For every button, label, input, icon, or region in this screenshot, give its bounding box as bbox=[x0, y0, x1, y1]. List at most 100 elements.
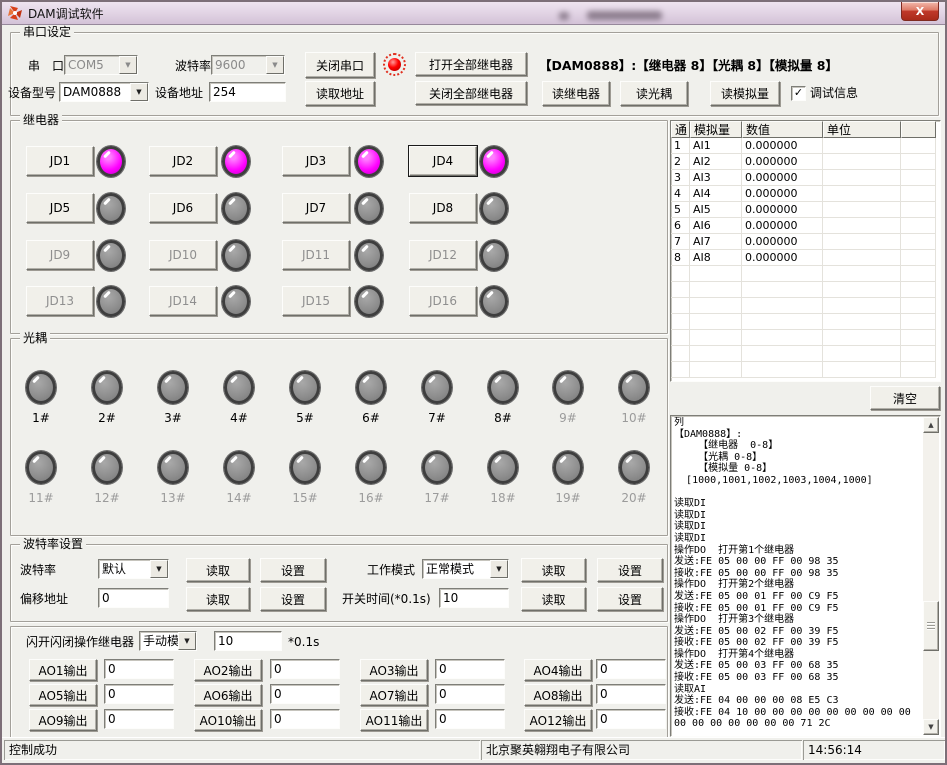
offset-set-button[interactable]: 设置 bbox=[260, 587, 326, 611]
column-header-数值[interactable]: 数值 bbox=[742, 121, 823, 138]
ao-input-AO12输出[interactable]: 0 bbox=[596, 709, 666, 729]
relay-led-JD12 bbox=[480, 240, 508, 271]
relay-led-JD7 bbox=[355, 193, 383, 224]
ao-button-AO11输出[interactable]: AO11输出 bbox=[360, 709, 428, 731]
column-header-单位[interactable]: 单位 bbox=[823, 121, 901, 138]
title-bar[interactable]: DAM调试软件 X bbox=[2, 2, 945, 25]
ao-button-AO7输出[interactable]: AO7输出 bbox=[360, 684, 428, 706]
clear-log-button[interactable]: 清空 bbox=[870, 386, 940, 410]
scrollbar-thumb[interactable] bbox=[923, 601, 939, 651]
ao-input-AO2输出[interactable]: 0 bbox=[270, 659, 340, 679]
ao-button-AO4输出[interactable]: AO4输出 bbox=[524, 659, 592, 681]
ao-input-AO6输出[interactable]: 0 bbox=[270, 684, 340, 704]
relay-button-JD8[interactable]: JD8 bbox=[409, 193, 477, 223]
relay-button-JD1[interactable]: JD1 bbox=[26, 146, 94, 176]
switch-time-input[interactable]: 10 bbox=[439, 588, 509, 608]
column-header-extra[interactable] bbox=[901, 121, 936, 138]
table-row[interactable]: 3AI30.000000 bbox=[671, 170, 940, 186]
baud-select[interactable]: 9600 ▼ bbox=[211, 55, 285, 75]
read-opto-button[interactable]: 读光耦 bbox=[620, 81, 688, 106]
flash-mode-select[interactable]: 手动模式 ▼ bbox=[139, 631, 197, 651]
scroll-up-icon[interactable]: ▲ bbox=[923, 417, 939, 433]
ao-button-AO2输出[interactable]: AO2输出 bbox=[194, 659, 262, 681]
ao-input-AO1输出[interactable]: 0 bbox=[104, 659, 174, 679]
relay-button-JD9[interactable]: JD9 bbox=[26, 240, 94, 270]
log-panel[interactable]: 列 【DAM0888】: 【继电器 0-8】 【光耦 0-8】 【模拟量 0-8… bbox=[670, 415, 941, 737]
work-mode-read-button[interactable]: 读取 bbox=[521, 558, 586, 582]
port-select[interactable]: COM5 ▼ bbox=[64, 55, 138, 75]
opto-led-8# bbox=[488, 371, 518, 404]
column-header-模拟量[interactable]: 模拟量 bbox=[690, 121, 742, 138]
table-row[interactable]: 4AI40.000000 bbox=[671, 186, 940, 202]
flash-time-input[interactable]: 10 bbox=[214, 631, 282, 651]
close-all-relays-button[interactable]: 关闭全部继电器 bbox=[415, 81, 527, 105]
ao-button-AO6输出[interactable]: AO6输出 bbox=[194, 684, 262, 706]
switch-time-read-button[interactable]: 读取 bbox=[521, 587, 586, 611]
table-row[interactable]: 2AI20.000000 bbox=[671, 154, 940, 170]
read-analog-button[interactable]: 读模拟量 bbox=[710, 81, 780, 106]
read-relay-button[interactable]: 读继电器 bbox=[542, 81, 610, 106]
work-mode-set-button[interactable]: 设置 bbox=[597, 558, 663, 582]
ao-input-AO7输出[interactable]: 0 bbox=[435, 684, 505, 704]
baud-set-button[interactable]: 设置 bbox=[260, 558, 326, 582]
ao-button-AO12输出[interactable]: AO12输出 bbox=[524, 709, 592, 731]
table-row[interactable] bbox=[671, 282, 940, 298]
device-address-input[interactable]: 254 bbox=[209, 82, 286, 102]
read-address-button[interactable]: 读取地址 bbox=[305, 81, 375, 106]
table-row[interactable] bbox=[671, 298, 940, 314]
chevron-down-icon: ▼ bbox=[178, 632, 196, 650]
ao-input-AO11输出[interactable]: 0 bbox=[435, 709, 505, 729]
table-row[interactable] bbox=[671, 362, 940, 378]
table-row[interactable] bbox=[671, 346, 940, 362]
ao-button-AO5输出[interactable]: AO5输出 bbox=[29, 684, 97, 706]
ao-button-AO9输出[interactable]: AO9输出 bbox=[29, 709, 97, 731]
ao-input-AO8输出[interactable]: 0 bbox=[596, 684, 666, 704]
ao-input-AO9输出[interactable]: 0 bbox=[104, 709, 174, 729]
ao-button-AO3输出[interactable]: AO3输出 bbox=[360, 659, 428, 681]
ao-button-AO8输出[interactable]: AO8输出 bbox=[524, 684, 592, 706]
relay-button-JD14[interactable]: JD14 bbox=[149, 286, 217, 316]
ao-input-AO10输出[interactable]: 0 bbox=[270, 709, 340, 729]
table-row[interactable] bbox=[671, 330, 940, 346]
relay-button-JD16[interactable]: JD16 bbox=[409, 286, 477, 316]
baud-read-button[interactable]: 读取 bbox=[186, 558, 250, 582]
device-model-select[interactable]: DAM0888 ▼ bbox=[59, 82, 149, 102]
close-button[interactable]: X bbox=[901, 2, 939, 21]
offset-input[interactable]: 0 bbox=[98, 588, 169, 608]
relay-button-JD5[interactable]: JD5 bbox=[26, 193, 94, 223]
relay-button-JD11[interactable]: JD11 bbox=[282, 240, 350, 270]
relay-button-JD2[interactable]: JD2 bbox=[149, 146, 217, 176]
table-row[interactable]: 6AI60.000000 bbox=[671, 218, 940, 234]
work-mode-select[interactable]: 正常模式 ▼ bbox=[422, 559, 509, 579]
table-row[interactable]: 1AI10.000000 bbox=[671, 138, 940, 154]
relay-button-JD13[interactable]: JD13 bbox=[26, 286, 94, 316]
ao-button-AO1输出[interactable]: AO1输出 bbox=[29, 659, 97, 681]
log-scrollbar[interactable]: ▲ ▼ bbox=[923, 417, 939, 735]
baud-setting-select[interactable]: 默认 ▼ bbox=[98, 559, 169, 579]
column-header-通[interactable]: 通 bbox=[671, 121, 690, 138]
switch-time-set-button[interactable]: 设置 bbox=[597, 587, 663, 611]
relay-button-JD7[interactable]: JD7 bbox=[282, 193, 350, 223]
debug-checkbox[interactable] bbox=[791, 86, 806, 101]
ao-input-AO5输出[interactable]: 0 bbox=[104, 684, 174, 704]
ao-button-AO10输出[interactable]: AO10输出 bbox=[194, 709, 262, 731]
open-all-relays-button[interactable]: 打开全部继电器 bbox=[415, 52, 527, 76]
table-row[interactable] bbox=[671, 266, 940, 282]
relay-button-JD4[interactable]: JD4 bbox=[409, 146, 477, 176]
opto-led-1# bbox=[26, 371, 56, 404]
table-cell bbox=[671, 298, 690, 314]
relay-button-JD10[interactable]: JD10 bbox=[149, 240, 217, 270]
relay-button-JD3[interactable]: JD3 bbox=[282, 146, 350, 176]
table-row[interactable]: 8AI80.000000 bbox=[671, 250, 940, 266]
ao-input-AO3输出[interactable]: 0 bbox=[435, 659, 505, 679]
offset-read-button[interactable]: 读取 bbox=[186, 587, 250, 611]
relay-button-JD6[interactable]: JD6 bbox=[149, 193, 217, 223]
close-port-button[interactable]: 关闭串口 bbox=[305, 52, 375, 78]
table-row[interactable]: 7AI70.000000 bbox=[671, 234, 940, 250]
table-row[interactable]: 5AI50.000000 bbox=[671, 202, 940, 218]
relay-button-JD12[interactable]: JD12 bbox=[409, 240, 477, 270]
ao-input-AO4输出[interactable]: 0 bbox=[596, 659, 666, 679]
table-row[interactable] bbox=[671, 314, 940, 330]
relay-button-JD15[interactable]: JD15 bbox=[282, 286, 350, 316]
scroll-down-icon[interactable]: ▼ bbox=[923, 719, 939, 735]
